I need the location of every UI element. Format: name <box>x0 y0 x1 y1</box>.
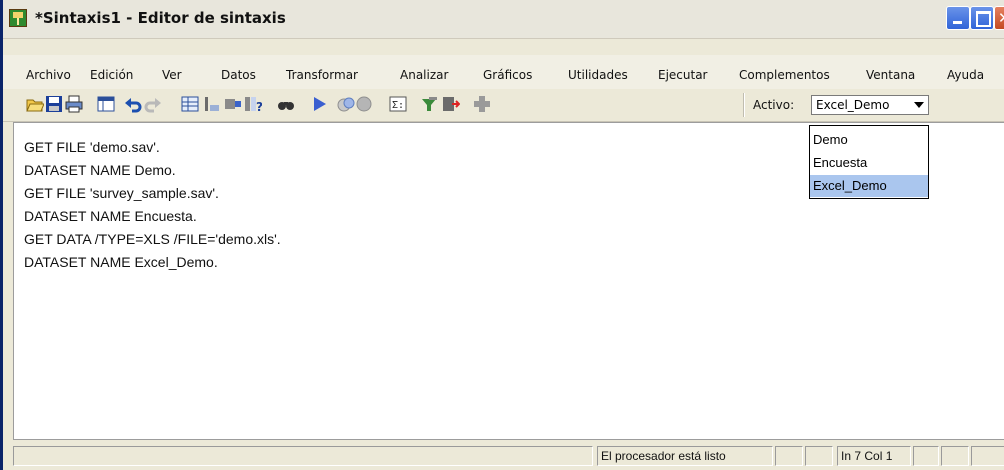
dataset-option-demo[interactable]: Demo <box>810 129 928 151</box>
stop-icon[interactable] <box>337 95 355 113</box>
code-line[interactable]: DATASET NAME Excel_Demo. <box>24 254 218 270</box>
status-cell-blank <box>941 446 969 466</box>
save-icon[interactable] <box>45 95 63 113</box>
status-main-cell <box>13 446 593 466</box>
menu-ayuda[interactable]: Ayuda <box>947 68 984 82</box>
window-title: *Sintaxis1 - Editor de sintaxis <box>35 9 286 27</box>
toolbar-separator <box>743 93 745 117</box>
maximize-button[interactable] <box>970 6 994 30</box>
minimize-button[interactable] <box>946 6 970 30</box>
code-line[interactable]: DATASET NAME Demo. <box>24 162 176 178</box>
stop-icon-2[interactable] <box>355 95 373 113</box>
active-dataset-value: Excel_Demo <box>816 98 890 112</box>
menu-ventana[interactable]: Ventana <box>866 68 915 82</box>
menu-graficos[interactable]: Gráficos <box>483 68 532 82</box>
toolbar: ? Σ: Activo: <box>3 89 1004 122</box>
status-cell-blank <box>971 446 1004 466</box>
code-line[interactable]: GET FILE 'survey_sample.sav'. <box>24 185 219 201</box>
status-cell-blank <box>913 446 939 466</box>
status-processor: El procesador está listo <box>597 446 773 466</box>
menu-complementos[interactable]: Complementos <box>739 68 830 82</box>
code-line[interactable]: DATASET NAME Encuesta. <box>24 208 197 224</box>
status-cell-blank <box>775 446 803 466</box>
menu-ver[interactable]: Ver <box>162 68 182 82</box>
code-line[interactable]: GET FILE 'demo.sav'. <box>24 139 160 155</box>
menu-datos[interactable]: Datos <box>221 68 256 82</box>
menu-analizar[interactable]: Analizar <box>400 68 448 82</box>
active-dataset-select[interactable]: Excel_Demo <box>811 95 929 115</box>
dataset-option-excel-demo[interactable]: Excel_Demo <box>810 175 928 197</box>
syntax-help-icon[interactable] <box>420 95 438 113</box>
export-icon[interactable] <box>442 95 461 113</box>
find-icon[interactable] <box>277 95 295 113</box>
code-line[interactable]: GET DATA /TYPE=XLS /FILE='demo.xls'. <box>24 231 281 247</box>
menu-archivo[interactable]: Archivo <box>26 68 71 82</box>
run-icon[interactable] <box>310 95 328 113</box>
status-cell-blank <box>805 446 833 466</box>
grid-icon[interactable]: Σ: <box>389 95 407 113</box>
help-variable-icon[interactable]: ? <box>244 95 263 114</box>
menu-transformar[interactable]: Transformar <box>286 68 358 82</box>
menu-items: Archivo Edición Ver Datos Transformar An… <box>3 62 1004 86</box>
variables-icon[interactable] <box>97 95 115 113</box>
redo-icon[interactable] <box>144 95 162 113</box>
menu-utilidades[interactable]: Utilidades <box>568 68 628 82</box>
title-bar: *Sintaxis1 - Editor de sintaxis <box>3 0 1004 39</box>
print-icon[interactable] <box>65 95 83 113</box>
goto-variable-icon[interactable] <box>202 95 220 113</box>
close-button[interactable] <box>994 6 1004 30</box>
status-bar: El procesador está listo In 7 Col 1 <box>3 440 1004 470</box>
goto-case-icon[interactable] <box>181 95 199 113</box>
syntax-editor-window: *Sintaxis1 - Editor de sintaxis Archivo … <box>0 0 1004 470</box>
status-position: In 7 Col 1 <box>837 446 911 466</box>
add-icon[interactable] <box>473 95 491 113</box>
dataset-option-encuesta[interactable]: Encuesta <box>810 152 928 174</box>
chevron-down-icon[interactable] <box>914 102 924 108</box>
svg-text:?: ? <box>256 100 262 113</box>
svg-text:Σ:: Σ: <box>392 100 404 111</box>
menu-edicion[interactable]: Edición <box>90 68 133 82</box>
data-icon[interactable] <box>224 95 242 113</box>
active-dataset-label: Activo: <box>753 98 795 112</box>
syntax-editor-icon[interactable] <box>9 9 27 27</box>
dataset-dropdown-list: Demo Encuesta Excel_Demo <box>809 125 929 199</box>
undo-icon[interactable] <box>124 95 142 113</box>
open-folder-icon[interactable] <box>26 95 45 113</box>
menu-ejecutar[interactable]: Ejecutar <box>658 68 708 82</box>
